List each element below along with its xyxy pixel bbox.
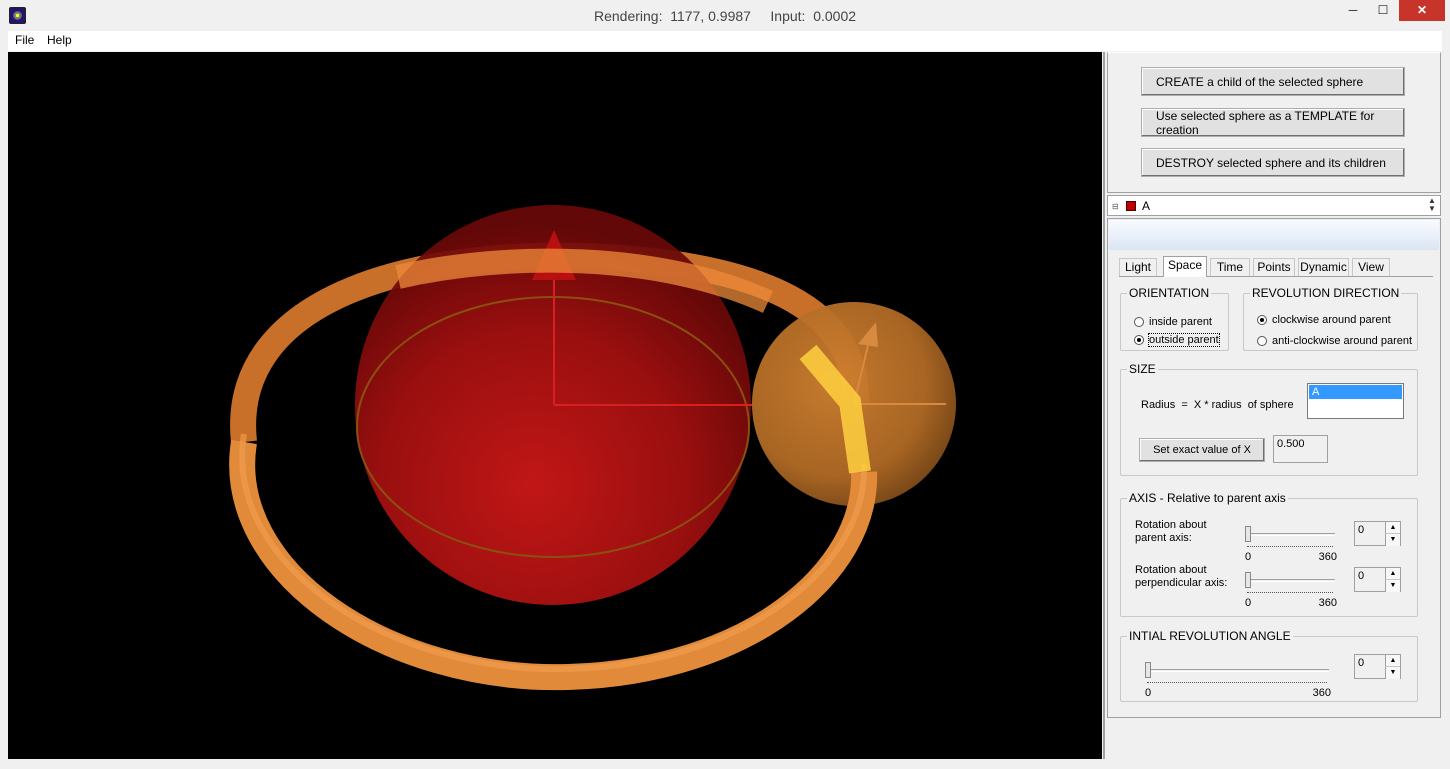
perpendicular-axis-rotation-slider[interactable]: 0 360 xyxy=(1245,571,1337,609)
initial-revolution-angle-slider[interactable]: 0 360 xyxy=(1145,661,1331,699)
perpendicular-axis-rotation-label: Rotation about perpendicular axis: xyxy=(1135,564,1228,589)
control-panel: CREATE a child of the selected sphere Us… xyxy=(1105,52,1442,759)
revolution-direction-title: REVOLUTION DIRECTION xyxy=(1250,286,1402,300)
spinner-value[interactable]: 0 xyxy=(1358,657,1364,669)
slider-track xyxy=(1245,579,1335,582)
spinner-value[interactable]: 0 xyxy=(1358,570,1364,582)
anti-clockwise-label[interactable]: anti-clockwise around parent xyxy=(1272,335,1412,347)
tree-scroll-arrows-icon[interactable]: ▲ ▼ xyxy=(1426,197,1438,213)
menu-file[interactable]: File xyxy=(15,33,34,47)
spin-down-icon[interactable]: ▼ xyxy=(1385,667,1400,679)
size-reference-list[interactable]: A xyxy=(1307,383,1404,419)
axis-group: AXIS - Relative to parent axis Rotation … xyxy=(1120,491,1418,617)
tab-dynamic[interactable]: Dynamic xyxy=(1298,258,1349,277)
slider-max-label: 360 xyxy=(1312,687,1331,699)
slider-track xyxy=(1145,669,1329,672)
set-exact-x-button[interactable]: Set exact value of X xyxy=(1139,438,1265,462)
slider-ticks xyxy=(1147,682,1327,684)
outside-parent-label[interactable]: outside parent xyxy=(1148,333,1220,347)
size-list-selected-item[interactable]: A xyxy=(1309,385,1402,399)
tree-collapse-icon[interactable]: ⊟ xyxy=(1112,202,1119,211)
spin-up-icon[interactable]: ▲ xyxy=(1385,655,1400,667)
anti-clockwise-radio-dot[interactable] xyxy=(1257,336,1267,346)
slider-thumb[interactable] xyxy=(1245,572,1251,588)
minimize-button[interactable]: ─ xyxy=(1340,0,1366,21)
size-title: SIZE xyxy=(1127,362,1158,376)
clockwise-radio-dot[interactable] xyxy=(1257,315,1267,325)
slider-min-label: 0 xyxy=(1245,551,1252,563)
slider-track xyxy=(1245,533,1335,536)
action-group: CREATE a child of the selected sphere Us… xyxy=(1107,52,1441,193)
revolution-direction-group: REVOLUTION DIRECTION clockwise around pa… xyxy=(1243,286,1418,351)
slider-min-label: 0 xyxy=(1145,687,1152,699)
tab-points[interactable]: Points xyxy=(1253,258,1295,277)
slider-thumb[interactable] xyxy=(1145,662,1151,678)
parent-axis-rotation-slider[interactable]: 0 360 xyxy=(1245,525,1337,563)
inside-parent-label[interactable]: inside parent xyxy=(1149,316,1212,328)
window-title: Rendering: 1177, 0.9987 Input: 0.0002 xyxy=(593,8,857,24)
spin-down-icon[interactable]: ▼ xyxy=(1385,534,1400,546)
tree-selected-item[interactable]: A xyxy=(1142,199,1150,213)
initial-revolution-angle-group: INTIAL REVOLUTION ANGLE 0 360 0 ▲ ▼ xyxy=(1120,629,1418,702)
spin-down-icon[interactable]: ▼ xyxy=(1385,580,1400,592)
parent-axis-rotation-label: Rotation about parent axis: xyxy=(1135,519,1207,544)
sphere-color-swatch xyxy=(1126,201,1136,211)
destroy-sphere-button[interactable]: DESTROY selected sphere and its children xyxy=(1141,148,1405,177)
initial-revolution-angle-spinner[interactable]: 0 ▲ ▼ xyxy=(1354,654,1401,679)
slider-max-label: 360 xyxy=(1318,597,1337,609)
slider-max-label: 360 xyxy=(1318,551,1337,563)
outside-parent-radio-dot[interactable] xyxy=(1134,335,1144,345)
create-child-button[interactable]: CREATE a child of the selected sphere xyxy=(1141,67,1405,96)
scene-canvas xyxy=(229,205,956,691)
tree-down-icon[interactable]: ▼ xyxy=(1426,205,1438,213)
tab-time[interactable]: Time xyxy=(1210,258,1250,277)
render-viewport[interactable] xyxy=(8,52,1102,759)
spinner-value[interactable]: 0 xyxy=(1358,524,1364,536)
tab-light[interactable]: Light xyxy=(1119,258,1157,277)
slider-ticks xyxy=(1247,546,1333,548)
perpendicular-axis-rotation-spinner[interactable]: 0 ▲ ▼ xyxy=(1354,567,1401,592)
spin-up-icon[interactable]: ▲ xyxy=(1385,522,1400,534)
tab-view[interactable]: View xyxy=(1352,258,1390,277)
clockwise-label[interactable]: clockwise around parent xyxy=(1272,314,1391,326)
slider-thumb[interactable] xyxy=(1245,526,1251,542)
title-bar: Rendering: 1177, 0.9987 Input: 0.0002 ─ … xyxy=(0,0,1450,31)
use-template-button[interactable]: Use selected sphere as a TEMPLATE for cr… xyxy=(1141,108,1405,137)
parent-axis-rotation-spinner[interactable]: 0 ▲ ▼ xyxy=(1354,521,1401,546)
slider-ticks xyxy=(1247,592,1333,594)
inside-parent-radio-dot[interactable] xyxy=(1134,317,1144,327)
spin-up-icon[interactable]: ▲ xyxy=(1385,568,1400,580)
tab-strip: Light Space Time Points Dynamic View xyxy=(1119,256,1431,277)
menu-bar: File Help xyxy=(8,31,1442,51)
tab-space[interactable]: Space xyxy=(1163,256,1207,277)
menu-help[interactable]: Help xyxy=(47,33,72,47)
sphere-tree-selector[interactable]: ⊟ A ▲ ▼ xyxy=(1107,195,1441,216)
radius-formula-label: Radius = X * radius of sphere xyxy=(1141,399,1294,411)
slider-min-label: 0 xyxy=(1245,597,1252,609)
size-group: SIZE Radius = X * radius of sphere A Set… xyxy=(1120,362,1418,476)
orientation-group: ORIENTATION inside parent outside parent xyxy=(1120,286,1229,351)
axis-title: AXIS - Relative to parent axis xyxy=(1127,491,1288,505)
close-button[interactable]: ✕ xyxy=(1399,0,1445,21)
maximize-button[interactable]: ☐ xyxy=(1370,0,1396,21)
properties-header xyxy=(1109,220,1439,250)
x-value-field[interactable]: 0.500 xyxy=(1273,435,1328,463)
properties-panel: Light Space Time Points Dynamic View ORI… xyxy=(1107,218,1441,718)
orientation-title: ORIENTATION xyxy=(1127,286,1212,300)
initial-revolution-angle-title: INTIAL REVOLUTION ANGLE xyxy=(1127,629,1293,643)
